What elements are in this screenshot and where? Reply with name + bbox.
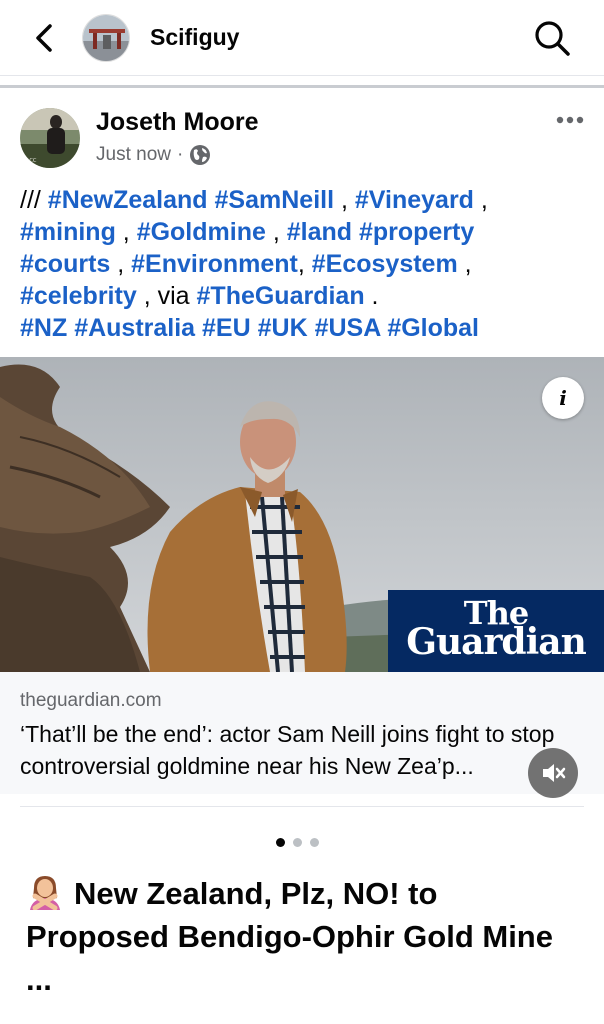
post-text-line5: #NZ #Australia #EU #UK #USA #Global — [20, 312, 592, 344]
hashtag[interactable]: #mining — [20, 218, 116, 246]
group-name[interactable]: Scifiguy — [150, 24, 239, 51]
post-meta: Just now · — [96, 144, 211, 166]
post-text-prefix: /// — [20, 186, 48, 214]
hashtag[interactable]: #Vineyard — [355, 186, 474, 214]
top-bar: Scifiguy — [0, 0, 604, 76]
back-arrow-icon[interactable] — [30, 20, 62, 56]
svg-text:ACC: ACC — [26, 158, 37, 164]
next-post-title[interactable]: New Zealand, Plz, NO! to Proposed Bendig… — [26, 872, 586, 1001]
hashtag[interactable]: #Environment — [131, 250, 298, 278]
hashtag[interactable]: #Australia — [74, 314, 195, 342]
feed-divider — [0, 76, 604, 90]
post-text-line1: /// #NewZealand #SamNeill , #Vineyard , — [20, 186, 488, 214]
hashtag[interactable]: #NZ — [20, 314, 67, 342]
hashtag[interactable]: #Goldmine — [137, 218, 266, 246]
post-text-line4: #celebrity , via #TheGuardian . — [20, 282, 379, 310]
search-icon[interactable] — [532, 18, 572, 58]
hashtag[interactable]: #NewZealand — [48, 186, 208, 214]
hashtag[interactable]: #land — [287, 218, 352, 246]
carousel-dot[interactable] — [276, 838, 285, 847]
author-avatar[interactable]: ACC — [20, 108, 80, 168]
hashtag[interactable]: #TheGuardian — [197, 282, 365, 310]
hashtag[interactable]: #courts — [20, 250, 110, 278]
post-text: /// #NewZealand #SamNeill , #Vineyard , … — [20, 184, 592, 344]
carousel-indicator — [276, 838, 319, 847]
post-time[interactable]: Just now — [96, 144, 171, 166]
mute-icon — [543, 764, 566, 782]
info-icon[interactable]: i — [542, 377, 584, 419]
hashtag[interactable]: #property — [359, 218, 474, 246]
more-options-icon[interactable] — [550, 110, 590, 130]
woman-gesturing-no-icon — [30, 876, 60, 910]
carousel-dot[interactable] — [310, 838, 319, 847]
group-avatar[interactable] — [82, 14, 130, 62]
hashtag[interactable]: #Ecosystem — [312, 250, 458, 278]
hashtag[interactable]: #celebrity — [20, 282, 137, 310]
post-text-line2: #mining , #Goldmine , #land #property — [20, 218, 475, 246]
mute-button[interactable] — [528, 748, 578, 798]
hashtag[interactable]: #UK — [258, 314, 308, 342]
card-separator — [20, 806, 584, 807]
meta-separator: · — [176, 144, 184, 165]
hashtag[interactable]: #USA — [315, 314, 381, 342]
author-name[interactable]: Joseth Moore — [96, 108, 259, 137]
guardian-logo-line2: Guardian — [406, 621, 587, 663]
next-post-title-text: New Zealand, Plz, NO! to Proposed Bendig… — [26, 876, 553, 997]
hashtag[interactable]: #Global — [387, 314, 479, 342]
post-header: ACC Joseth Moore Just now · — [0, 96, 604, 176]
via-text: via — [157, 282, 190, 310]
hashtag[interactable]: #EU — [202, 314, 251, 342]
link-preview-card[interactable]: theguardian.com ‘That’ll be the end’: ac… — [0, 672, 604, 794]
carousel-dot[interactable] — [293, 838, 302, 847]
hashtag[interactable]: #SamNeill — [215, 186, 335, 214]
guardian-logo: The Guardian — [388, 590, 604, 672]
link-title[interactable]: ‘That’ll be the end’: actor Sam Neill jo… — [20, 718, 590, 782]
globe-icon — [190, 145, 211, 165]
link-domain: theguardian.com — [20, 690, 162, 711]
post-text-line3: #courts , #Environment, #Ecosystem , — [20, 250, 472, 278]
